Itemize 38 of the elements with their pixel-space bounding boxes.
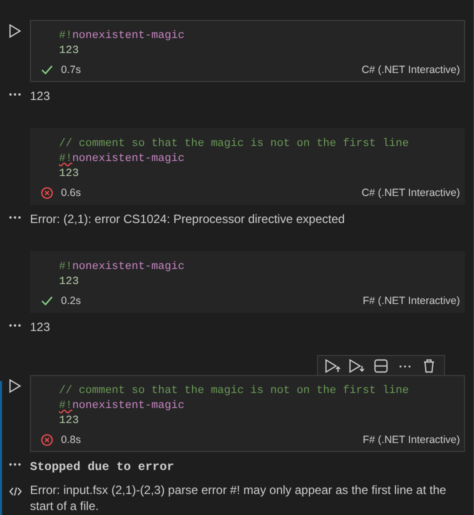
code-line: #!nonexistent-magic [59,152,184,167]
code-line: 123 [59,275,79,290]
execution-time: 0.8s [61,434,81,446]
execute-above-button[interactable] [324,358,342,374]
code-editor[interactable]: // comment so that the magic is not on the first line #!nonexistent-magic 123 0.8s F# (.NET Interactive) [30,375,465,452]
code-editor[interactable]: #!nonexistent-magic 123 0.7s C# (.NET Interactive) [30,20,465,82]
code-line: #!nonexistent-magic [59,260,184,275]
more-icon[interactable] [9,463,21,466]
output-text: Error: input.fsx (2,1)-(2,3) parse error #! may only appear as the first line at the start of a file. [30,482,448,514]
code-editor[interactable]: // comment so that the magic is not on the first line #!nonexistent-magic 123 0.6s C# (.NET Interactive) [30,128,465,205]
more-icon[interactable] [9,93,21,96]
code-line: 123 [59,167,79,182]
code-line: // comment so that the magic is not on the first line [59,137,409,152]
more-icon[interactable] [9,324,21,327]
split-cell-button[interactable] [372,358,390,374]
output-text: Error: (2,1): error CS1024: Preprocessor directive expected [30,211,346,227]
language-label[interactable]: C# (.NET Interactive) [362,64,460,76]
code-line: // comment so that the magic is not on the first line [59,384,409,399]
execution-time: 0.7s [61,64,81,76]
code-icon[interactable] [8,487,22,496]
execution-time: 0.6s [61,187,81,199]
more-icon[interactable] [399,364,411,368]
output-text: 123 [30,88,52,104]
code-line: #!nonexistent-magic [59,29,184,44]
language-label[interactable]: F# (.NET Interactive) [362,434,460,446]
execution-time: 0.2s [61,295,81,307]
code-line: 123 [59,414,79,429]
execute-below-button[interactable] [348,358,366,374]
language-label[interactable]: F# (.NET Interactive) [362,295,460,307]
language-label[interactable]: C# (.NET Interactive) [362,187,460,199]
code-editor[interactable]: #!nonexistent-magic 123 0.2s F# (.NET Interactive) [30,251,465,313]
more-icon[interactable] [9,216,21,219]
code-line: #!nonexistent-magic [59,399,184,414]
run-button[interactable] [8,379,22,395]
code-line: 123 [59,44,79,59]
run-button[interactable] [8,24,22,40]
output-text: 123 [30,319,52,335]
output-text: Stopped due to error [30,459,174,476]
